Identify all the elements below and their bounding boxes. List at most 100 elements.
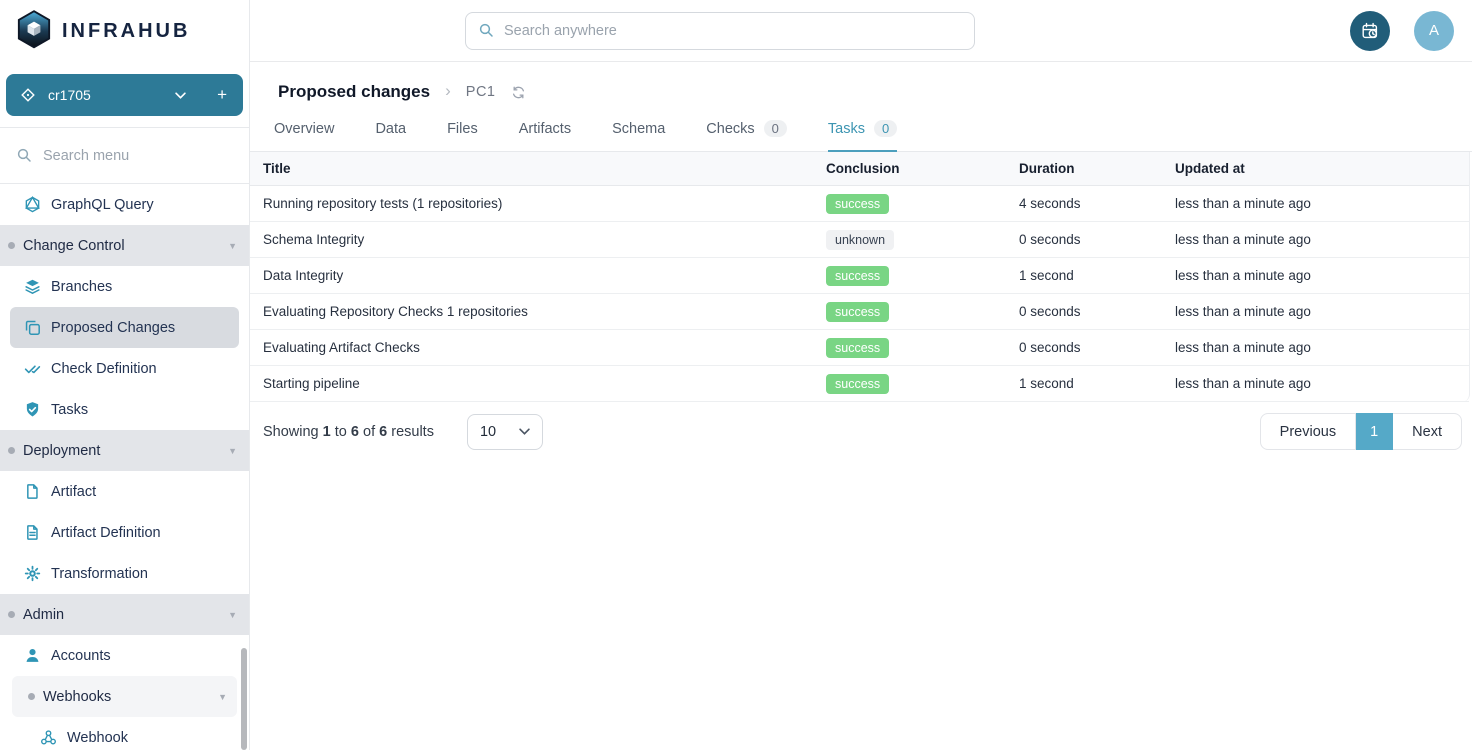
updated-at-cell: less than a minute ago — [1162, 340, 1469, 355]
conclusion-badge: success — [826, 338, 889, 358]
duration-cell: 0 seconds — [1006, 304, 1162, 319]
section-label: Admin — [23, 607, 64, 623]
table-row[interactable]: Schema Integrityunknown0 secondsless tha… — [250, 222, 1469, 258]
table-body: Running repository tests (1 repositories… — [250, 186, 1469, 402]
time-travel-button[interactable] — [1350, 11, 1390, 51]
tab-bar: Overview Data Files Artifacts Schema Checks0 T… — [250, 102, 1472, 152]
breadcrumb-current: PC1 — [466, 84, 496, 100]
conclusion-badge: success — [826, 374, 889, 394]
sidebar-section-deployment[interactable]: Deployment▼ — [0, 430, 249, 471]
duration-cell: 0 seconds — [1006, 232, 1162, 247]
sidebar-section-webhooks[interactable]: Webhooks ▼ — [12, 676, 237, 717]
search-icon — [478, 22, 495, 39]
chevron-down-icon: ▼ — [228, 446, 237, 456]
file-lines-icon — [24, 524, 41, 541]
sidebar-item-check-definition[interactable]: Check Definition — [0, 348, 249, 389]
column-header-updated-at: Updated at — [1162, 161, 1469, 176]
sidebar-item-branches[interactable]: Branches — [0, 266, 249, 307]
tab-artifacts[interactable]: Artifacts — [519, 117, 571, 151]
tab-label: Checks — [706, 121, 754, 137]
tab-label: Tasks — [828, 121, 865, 137]
task-title-cell: Evaluating Repository Checks 1 repositor… — [250, 304, 813, 319]
conclusion-badge: success — [826, 266, 889, 286]
sidebar-section-change-control[interactable]: Change Control▼ — [0, 225, 249, 266]
tab-label: Files — [447, 121, 478, 137]
updated-at-cell: less than a minute ago — [1162, 196, 1469, 211]
sidebar-item-label: Proposed Changes — [51, 320, 175, 336]
table-row[interactable]: Evaluating Artifact Checkssuccess0 secon… — [250, 330, 1469, 366]
duration-cell: 4 seconds — [1006, 196, 1162, 211]
page-1-button[interactable]: 1 — [1356, 413, 1393, 450]
branch-selector[interactable]: cr1705 + — [6, 74, 243, 116]
table-row[interactable]: Data Integrity success 1 secondless than a… — [250, 258, 1469, 294]
tab-checks[interactable]: Checks0 — [706, 116, 787, 151]
next-page-button[interactable]: Next — [1393, 413, 1462, 450]
sidebar-item-artifact-definition[interactable]: Artifact Definition — [0, 512, 249, 553]
calendar-clock-icon — [1360, 21, 1380, 41]
page-size-select[interactable]: 10 — [467, 414, 543, 450]
conclusion-cell: success — [813, 194, 1006, 214]
conclusion-cell: success — [813, 266, 1006, 286]
sidebar-item-label: Branches — [51, 279, 112, 295]
chevron-down-icon: ▼ — [218, 692, 227, 702]
tab-overview[interactable]: Overview — [274, 117, 334, 151]
table-header-row: Title Conclusion Duration Updated at — [250, 152, 1469, 186]
refresh-icon[interactable] — [511, 85, 526, 100]
results-summary: Showing 1 to 6 of 6 results — [263, 424, 434, 440]
tab-label: Overview — [274, 121, 334, 137]
avatar[interactable]: A — [1414, 11, 1454, 51]
sidebar: INFRAHUB cr1705 + GraphQL QueryChan — [0, 0, 250, 750]
sidebar-item-label: GraphQL Query — [51, 197, 154, 213]
table-row[interactable]: Evaluating Repository Checks 1 repositor… — [250, 294, 1469, 330]
sidebar-item-graphql-query[interactable]: GraphQL Query — [0, 184, 249, 225]
conclusion-cell: success — [813, 302, 1006, 322]
bullet-icon — [8, 242, 15, 249]
table-row[interactable]: Starting pipelinesuccess1 secondless tha… — [250, 366, 1469, 402]
duration-cell: 1 second — [1006, 268, 1162, 283]
updated-at-cell: less than a minute ago — [1162, 268, 1469, 283]
tab-data[interactable]: Data — [375, 117, 406, 151]
sidebar-item-accounts[interactable]: Accounts — [0, 635, 249, 676]
tab-schema[interactable]: Schema — [612, 117, 665, 151]
tab-label: Data — [375, 121, 406, 137]
page-title[interactable]: Proposed changes — [278, 82, 430, 102]
add-branch-button[interactable]: + — [217, 85, 229, 105]
branch-icon — [20, 87, 37, 104]
page-size-value: 10 — [480, 424, 496, 440]
sidebar-nav: GraphQL Query Change Control▼ Branches Prop… — [0, 184, 249, 750]
table-row[interactable]: Running repository tests (1 repositories… — [250, 186, 1469, 222]
section-label: Webhooks — [43, 689, 111, 705]
sidebar-search[interactable] — [0, 128, 249, 184]
sidebar-item-transformation[interactable]: Transformation — [0, 553, 249, 594]
task-title-cell: Data Integrity — [250, 268, 813, 283]
sidebar-section-admin[interactable]: Admin▼ — [0, 594, 249, 635]
sidebar-item-tasks[interactable]: Tasks — [0, 389, 249, 430]
task-title-cell: Evaluating Artifact Checks — [250, 340, 813, 355]
conclusion-cell: success — [813, 338, 1006, 358]
app-root: INFRAHUB cr1705 + GraphQL QueryChan — [0, 0, 1472, 750]
conclusion-cell: unknown — [813, 230, 1006, 250]
conclusion-cell: success — [813, 374, 1006, 394]
sidebar-item-webhook[interactable]: Webhook — [0, 717, 249, 750]
sidebar-item-label: Check Definition — [51, 361, 157, 377]
search-icon — [16, 147, 33, 164]
previous-page-button[interactable]: Previous — [1260, 413, 1356, 450]
tab-tasks[interactable]: Tasks0 — [828, 116, 897, 152]
bullet-icon — [8, 447, 15, 454]
tab-label: Schema — [612, 121, 665, 137]
task-title-cell: Schema Integrity — [250, 232, 813, 247]
file-icon — [24, 483, 41, 500]
global-search-input[interactable] — [504, 23, 962, 39]
sidebar-item-artifact[interactable]: Artifact — [0, 471, 249, 512]
sidebar-search-input[interactable] — [43, 148, 223, 164]
global-search[interactable] — [465, 12, 975, 50]
sidebar-scrollbar-thumb[interactable] — [241, 648, 247, 750]
main-area: A Proposed changes › PC1 Overview Data Fil… — [250, 0, 1472, 750]
sidebar-item-label: Tasks — [51, 402, 88, 418]
branch-name: cr1705 — [48, 87, 91, 103]
logo-row: INFRAHUB — [0, 0, 249, 62]
sidebar-item-proposed-changes[interactable]: Proposed Changes — [10, 307, 239, 348]
chevron-right-icon: › — [445, 81, 451, 101]
tab-files[interactable]: Files — [447, 117, 478, 151]
chevron-down-icon[interactable] — [175, 92, 186, 99]
